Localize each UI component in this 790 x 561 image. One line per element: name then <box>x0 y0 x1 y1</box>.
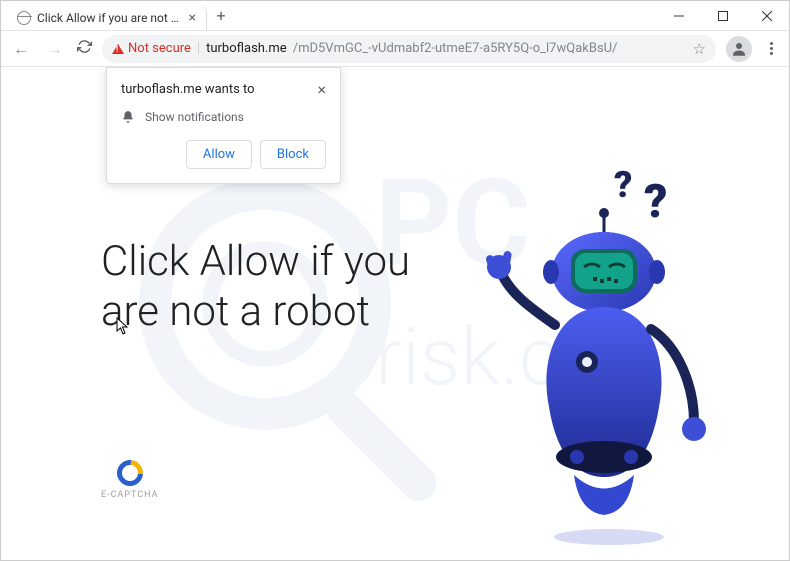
captcha-logo: E-CAPTCHA <box>101 460 159 500</box>
captcha-label: E-CAPTCHA <box>101 490 159 500</box>
url-host: turboflash.me <box>206 41 287 56</box>
bell-icon <box>121 110 135 124</box>
page-content: PC risk.com turboflash.me wants to × Sho… <box>1 67 789 560</box>
svg-text:?: ? <box>614 164 632 206</box>
not-secure-label: Not secure <box>128 41 191 56</box>
warning-icon <box>112 44 124 54</box>
bookmark-star-icon[interactable]: ☆ <box>693 40 706 58</box>
url-path: /mD5VmGC_-vUdmabf2-utmeE7-a5RY5Q-o_l7wQa… <box>293 41 618 56</box>
svg-text:?: ? <box>644 175 667 229</box>
url-field[interactable]: Not secure | turboflash.me/mD5VmGC_-vUdm… <box>102 35 716 63</box>
tab-title: Click Allow if you are not a robot <box>37 11 183 25</box>
back-button[interactable]: ← <box>9 39 33 59</box>
close-tab-icon[interactable]: × <box>189 10 196 26</box>
popup-title: turboflash.me wants to <box>121 82 255 97</box>
minimize-button[interactable] <box>657 1 701 30</box>
block-button[interactable]: Block <box>260 140 326 169</box>
captcha-spinner-icon <box>111 455 148 492</box>
allow-button[interactable]: Allow <box>186 140 252 169</box>
close-icon[interactable]: × <box>317 82 326 98</box>
browser-tab[interactable]: Click Allow if you are not a robot × <box>7 5 207 30</box>
new-tab-button[interactable]: + <box>207 1 235 30</box>
titlebar: Click Allow if you are not a robot × + <box>1 1 789 31</box>
maximize-button[interactable] <box>701 1 745 30</box>
reload-button[interactable] <box>77 39 92 58</box>
security-badge[interactable]: Not secure <box>112 41 191 56</box>
robot-illustration: ? ? <box>479 157 739 547</box>
globe-icon <box>17 11 31 25</box>
window-controls <box>657 1 789 30</box>
permission-label: Show notifications <box>145 110 244 124</box>
page-heading: Click Allow if you are not a robot <box>101 237 421 338</box>
page-main: Click Allow if you are not a robot <box>101 237 421 338</box>
address-bar: ← → Not secure | turboflash.me/mD5VmGC_-… <box>1 31 789 67</box>
forward-button[interactable]: → <box>43 39 67 59</box>
profile-avatar-button[interactable] <box>726 36 752 62</box>
browser-window: Click Allow if you are not a robot × + ←… <box>0 0 790 561</box>
browser-menu-button[interactable] <box>762 42 781 55</box>
close-window-button[interactable] <box>745 1 789 30</box>
permission-popup: turboflash.me wants to × Show notificati… <box>106 67 341 184</box>
